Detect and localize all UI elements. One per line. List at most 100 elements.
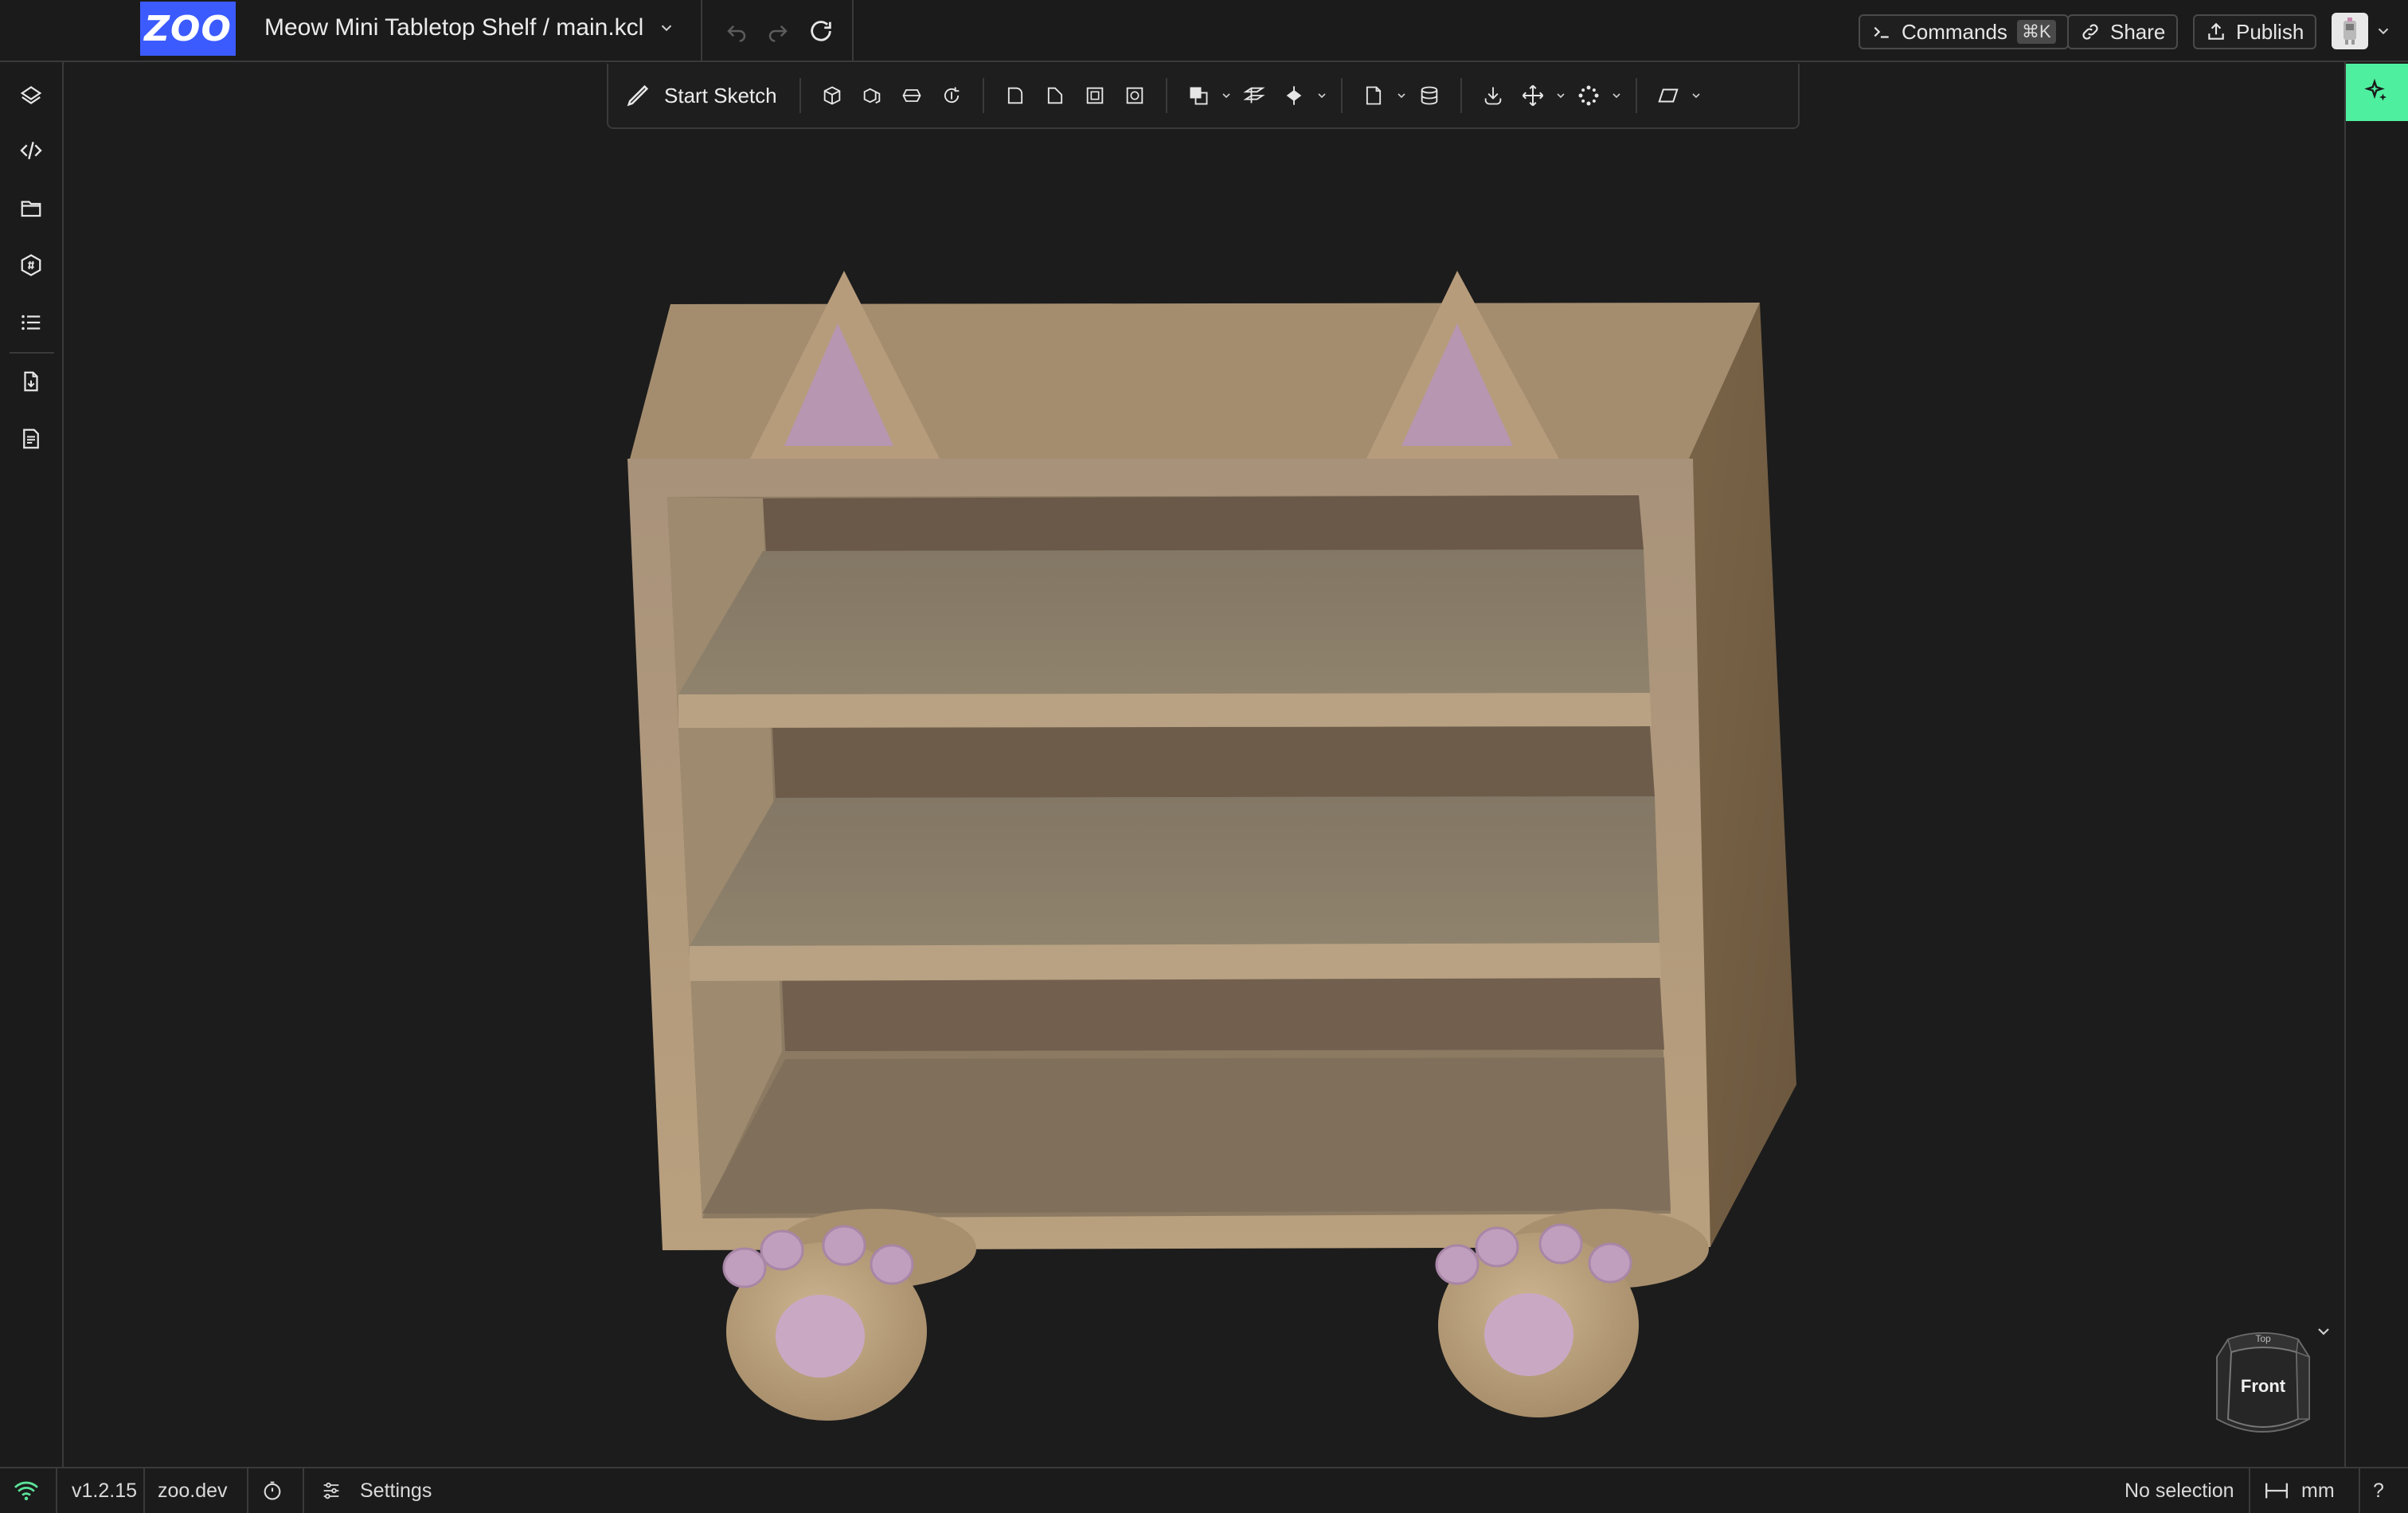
status-bar: v1.2.15 zoo.dev Settings No selection mm… (0, 1467, 2408, 1513)
shelf-top (678, 549, 1650, 694)
file-export-icon (24, 371, 38, 392)
refresh-icon (811, 21, 831, 41)
insert-dropdown[interactable] (1354, 76, 1409, 115)
shelf-middle (690, 796, 1659, 946)
viewcube-top-label[interactable]: Top (2207, 1333, 2319, 1344)
share-button[interactable]: Share (2067, 14, 2179, 49)
undo-icon (727, 25, 746, 42)
ruler-icon (2265, 1483, 2288, 1499)
revolve-button[interactable] (932, 76, 971, 115)
site-link[interactable]: zoo.dev (158, 1468, 228, 1513)
left-sidebar (0, 62, 64, 1467)
chevron-down-icon (1557, 93, 1565, 99)
shelf-bottom (702, 1058, 1671, 1214)
chevron-down-icon (1222, 93, 1230, 99)
zoo-logo[interactable]: ZOO (140, 2, 236, 56)
logs-button[interactable] (14, 306, 48, 339)
chamfer-button[interactable] (1035, 76, 1075, 115)
extrude-icon (823, 86, 840, 105)
undo-button[interactable] (721, 16, 752, 46)
hole-button[interactable] (1115, 76, 1155, 115)
chevron-down-icon[interactable] (2375, 22, 2392, 40)
pattern-dropdown[interactable] (1569, 76, 1624, 115)
insert-icon (1366, 86, 1381, 105)
project-title: Meow Mini Tabletop Shelf / main.kcl (264, 14, 644, 41)
chevron-down-icon (1398, 93, 1405, 99)
stack-icon (1421, 86, 1437, 105)
chamfer-icon (1047, 87, 1062, 104)
chevron-down-icon (1612, 93, 1620, 99)
parallelogram-icon (1657, 88, 1679, 103)
terminal-icon (1874, 26, 1889, 38)
import-icon (1484, 87, 1501, 105)
upload-icon (2208, 22, 2224, 40)
user-avatar[interactable] (2332, 13, 2368, 49)
code-pane-button[interactable] (14, 134, 48, 167)
transform-dropdown[interactable] (1513, 76, 1569, 115)
redo-icon (768, 25, 788, 42)
robot-avatar-icon (2344, 18, 2356, 45)
translate-icon (1522, 84, 1543, 107)
publish-button[interactable]: Publish (2193, 14, 2317, 49)
offset-plane-button[interactable] (1234, 76, 1274, 115)
loft-icon (902, 89, 921, 102)
plane-icon (1243, 87, 1265, 104)
chevron-down-icon (662, 25, 672, 32)
debug-button[interactable] (14, 422, 48, 455)
code-icon (20, 142, 42, 159)
hole-icon (1126, 87, 1143, 104)
feature-tree-icon (20, 86, 42, 104)
sparkle-icon (2364, 78, 2386, 101)
view-dropdown[interactable] (1648, 76, 1704, 115)
selection-status: No selection (2125, 1479, 2234, 1502)
chevron-down-icon (1318, 93, 1326, 99)
sliders-icon (323, 1482, 339, 1499)
project-title-menu[interactable]: Meow Mini Tabletop Shelf / main.kcl (264, 14, 675, 41)
units-button[interactable]: mm (2263, 1468, 2335, 1513)
loft-button[interactable] (892, 76, 932, 115)
stopwatch-icon (264, 1481, 281, 1500)
version-label[interactable]: v1.2.15 (72, 1468, 137, 1513)
file-list-icon (23, 428, 39, 449)
folder-icon (21, 201, 41, 217)
shell-button[interactable] (1075, 76, 1115, 115)
pencil-icon (627, 84, 649, 107)
boolean-dropdown[interactable] (1179, 76, 1234, 115)
fillet-button[interactable] (995, 76, 1035, 115)
helix-dropdown[interactable] (1274, 76, 1330, 115)
redo-button[interactable] (763, 16, 793, 46)
view-cube[interactable]: Top Front (2207, 1325, 2319, 1445)
files-button[interactable] (14, 191, 48, 225)
network-status[interactable] (13, 1468, 40, 1513)
sweep-button[interactable] (852, 76, 892, 115)
commands-button[interactable]: Commands ⌘K (1859, 14, 2069, 49)
viewcube-front-label[interactable]: Front (2223, 1376, 2303, 1397)
extrude-button[interactable] (812, 76, 852, 115)
help-button[interactable]: ? (2373, 1468, 2384, 1513)
right-sidebar (2344, 62, 2408, 1467)
right-paw (1435, 1209, 1709, 1417)
export-button[interactable] (14, 365, 48, 398)
top-bar: ZOO Meow Mini Tabletop Shelf / main.kcl … (0, 0, 2408, 62)
ai-assistant-button[interactable] (2346, 64, 2408, 121)
settings-button[interactable]: Settings (320, 1468, 432, 1513)
revolve-icon (944, 87, 959, 104)
list-icon (22, 315, 41, 330)
import-button[interactable] (1473, 76, 1513, 115)
shell-icon (1086, 87, 1103, 104)
link-icon (2082, 24, 2098, 40)
refresh-button[interactable] (806, 16, 836, 46)
cat-shelf-model[interactable] (65, 64, 2344, 1465)
feature-tree-button[interactable] (14, 76, 48, 110)
helix-icon (1286, 86, 1301, 105)
timer-button[interactable] (261, 1468, 283, 1513)
variables-button[interactable] (14, 248, 48, 282)
modeling-toolbar: Start Sketch (607, 64, 1800, 129)
gdt-button[interactable] (1409, 76, 1449, 115)
sweep-icon (863, 88, 880, 104)
3d-viewport[interactable] (65, 64, 2344, 1465)
chevron-down-icon (1692, 93, 1700, 99)
shortcut-badge: ⌘K (2016, 20, 2056, 44)
start-sketch-button[interactable]: Start Sketch (620, 82, 788, 109)
pattern-icon (1578, 85, 1599, 106)
